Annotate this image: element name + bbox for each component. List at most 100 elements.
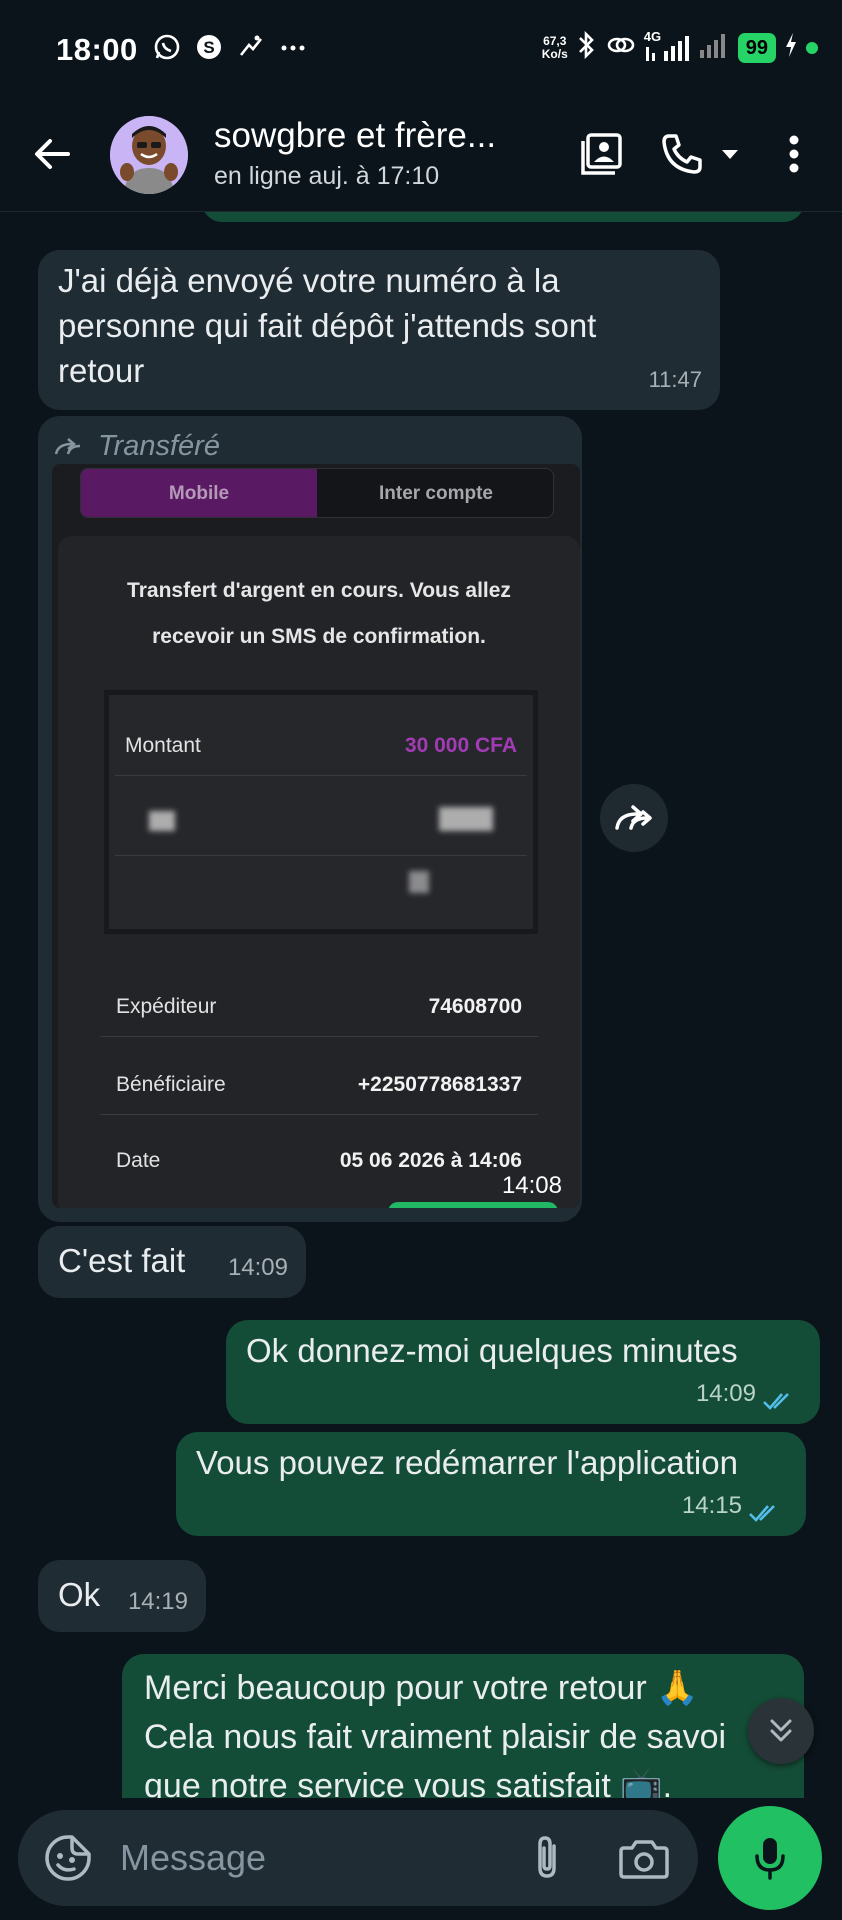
double-chevron-down-icon — [770, 1719, 792, 1742]
beneficiary-value: +2250778681337 — [357, 1073, 522, 1096]
attach-button[interactable] — [522, 1832, 574, 1884]
signal-icon — [698, 30, 730, 65]
paperclip-icon — [538, 1836, 556, 1878]
message-text: Ok donnez-moi quelques minutes — [246, 1332, 738, 1369]
message-time: 14:08 — [501, 1172, 562, 1199]
redacted-label — [149, 811, 175, 831]
video-call-button[interactable] — [576, 128, 628, 180]
amount-value: 30 000 CFA — [404, 734, 517, 757]
read-receipt-icon — [763, 1393, 789, 1410]
phone-icon — [662, 134, 702, 174]
back-button[interactable] — [28, 130, 76, 178]
forwarded-icon — [54, 437, 81, 454]
message-time: 14:15 — [681, 1492, 742, 1519]
status-left-icons: S — [152, 32, 308, 62]
amount-label: Montant — [125, 734, 201, 757]
message-time: 14:09 — [695, 1380, 756, 1407]
privacy-dot — [806, 41, 818, 54]
read-receipt-icon — [749, 1505, 775, 1522]
status-bar: 18:00 S 67,3 Ko/s 4G 99 — [0, 0, 842, 100]
redacted-value — [439, 807, 493, 831]
divider — [115, 855, 527, 856]
incoming-message[interactable]: Ok 14:19 — [38, 1560, 206, 1632]
camera-icon — [619, 1840, 669, 1879]
forward-button[interactable] — [600, 784, 668, 852]
message-text: Vous pouvez redémarrer l'application — [196, 1444, 738, 1481]
message-line: Cela nous fait vraiment plaisir de savoi — [144, 1718, 727, 1756]
message-text: J'ai déjà envoyé votre numéro à la perso… — [58, 262, 597, 389]
skype-icon: S — [194, 32, 224, 62]
net-speed-value: 67,3 — [543, 33, 567, 48]
call-dropdown-button[interactable] — [710, 128, 750, 180]
beneficiary-label: Bénéficiaire — [116, 1073, 226, 1096]
tab-mobile: Mobile — [81, 469, 317, 517]
emoji-button[interactable] — [42, 1832, 94, 1884]
message-time: 11:47 — [648, 367, 702, 392]
status-time: 18:00 — [56, 32, 138, 67]
forwarded-image-message[interactable]: Transféré Mobile Inter compte Transfert … — [38, 416, 582, 1222]
voice-call-button[interactable] — [656, 128, 708, 180]
back-arrow-icon — [35, 139, 70, 169]
signal-4g-icon: 4G — [644, 29, 690, 63]
message-text: Merci beaucoup pour votre retour 🙏 Cela … — [144, 1664, 804, 1798]
charging-icon — [784, 32, 798, 63]
forwarded-indicator: Transféré — [54, 424, 220, 469]
forward-share-icon — [615, 805, 652, 830]
activity-icon — [236, 32, 266, 62]
chat-status[interactable]: en ligne auj. à 17:10 — [214, 162, 439, 191]
forwarded-screenshot[interactable]: Mobile Inter compte Transfert d'argent e… — [52, 464, 580, 1208]
battery-level: 99 — [737, 32, 776, 63]
date-value: 05 06 2026 à 14:06 — [339, 1149, 522, 1172]
message-field-container — [18, 1810, 698, 1906]
composer — [0, 1798, 842, 1920]
sender-label: Expéditeur — [116, 995, 217, 1018]
divider — [115, 775, 527, 776]
amount-box: Montant 30 000 CFA — [104, 690, 538, 934]
scroll-to-bottom-button[interactable] — [748, 1698, 814, 1764]
forwarded-label: Transféré — [98, 430, 220, 462]
caret-down-icon — [722, 150, 738, 159]
segmented-control: Mobile Inter compte — [80, 468, 554, 518]
svg-text:S: S — [203, 38, 214, 57]
sticker-smiley-icon — [45, 1835, 91, 1881]
net-speed-unit: Ko/s — [541, 46, 568, 61]
receipt-message: Transfert d'argent en cours. Vous allez … — [127, 579, 511, 648]
link-icon — [606, 30, 636, 65]
bluetooth-icon — [576, 30, 598, 65]
sender-value: 74608700 — [428, 995, 522, 1018]
message-time: 14:19 — [127, 1588, 188, 1615]
kebab-menu-icon — [789, 135, 799, 173]
previous-outgoing-bubble[interactable] — [202, 212, 804, 222]
chat-title[interactable]: sowgbre et frère... — [214, 116, 496, 156]
incoming-message[interactable]: C'est fait 14:09 — [38, 1226, 306, 1298]
message-line: Merci beaucoup pour votre retour 🙏 — [144, 1669, 699, 1707]
voice-message-button[interactable] — [718, 1806, 822, 1910]
status-right-icons: 67,3 Ko/s 4G 99 — [541, 29, 818, 65]
chat-area[interactable]: J'ai déjà envoyé votre numéro à la perso… — [0, 212, 842, 1798]
incoming-message[interactable]: J'ai déjà envoyé votre numéro à la perso… — [38, 250, 720, 410]
contact-card-icon — [581, 133, 622, 175]
chat-header: sowgbre et frère... en ligne auj. à 17:1… — [0, 100, 842, 212]
message-text: Ok — [58, 1576, 101, 1613]
outgoing-message[interactable]: Ok donnez-moi quelques minutes 14:09 — [226, 1320, 820, 1424]
redacted-value — [409, 871, 429, 893]
divider — [100, 1114, 538, 1115]
date-label: Date — [116, 1149, 161, 1172]
more-options-button[interactable] — [768, 128, 820, 180]
outgoing-message[interactable]: Vous pouvez redémarrer l'application 14:… — [176, 1432, 806, 1536]
contact-avatar[interactable] — [110, 116, 188, 194]
receipt-card: Transfert d'argent en cours. Vous allez … — [58, 536, 580, 1208]
outgoing-message[interactable]: Merci beaucoup pour votre retour 🙏 Cela … — [122, 1654, 804, 1798]
message-input[interactable] — [120, 1832, 500, 1884]
message-text: C'est fait — [58, 1242, 186, 1279]
net-speed: 67,3 Ko/s — [541, 33, 568, 61]
camera-button[interactable] — [616, 1832, 672, 1884]
memoji-avatar-icon — [110, 116, 188, 194]
whatsapp-icon — [152, 32, 182, 62]
microphone-icon — [755, 1838, 785, 1880]
message-time: 14:09 — [227, 1254, 288, 1281]
more-dots-icon — [278, 32, 308, 62]
message-line: que notre service vous satisfait 📺. — [144, 1767, 673, 1798]
tab-inter-compte: Inter compte — [378, 483, 494, 504]
divider — [100, 1036, 538, 1037]
